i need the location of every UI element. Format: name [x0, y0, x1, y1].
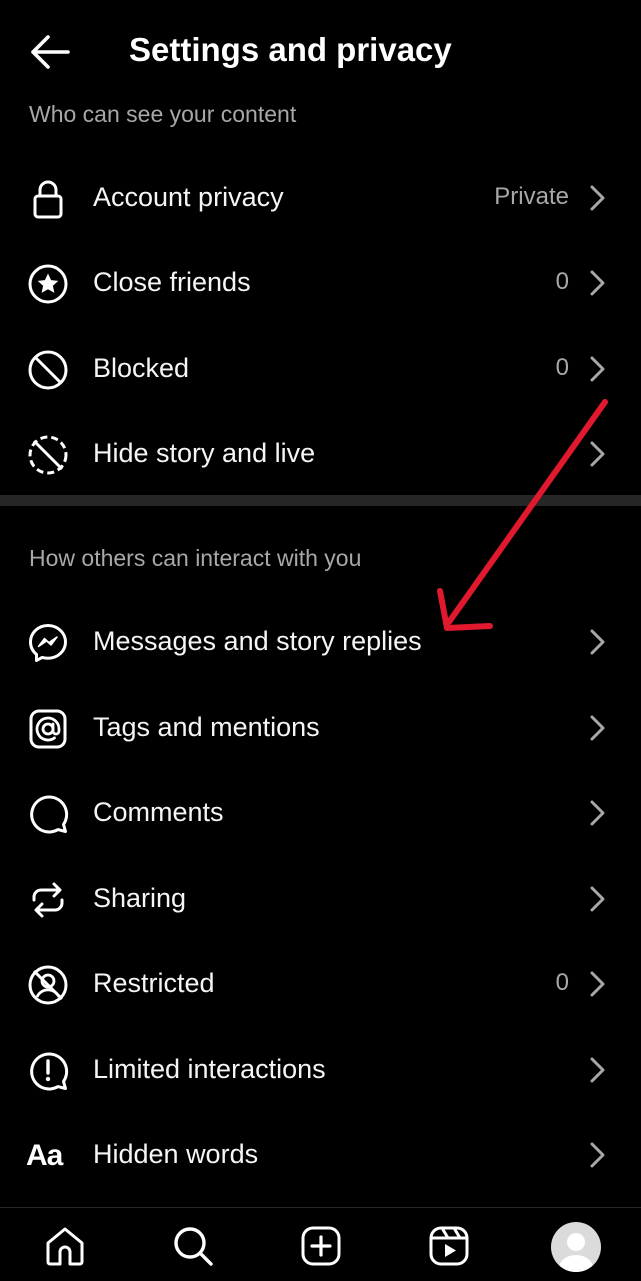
header: Settings and privacy	[0, 0, 641, 100]
chevron-right-icon	[590, 629, 605, 655]
home-icon	[46, 1227, 84, 1266]
settings-item-account-privacy[interactable]: Account privacy Private	[0, 155, 641, 239]
chevron-right-icon	[590, 886, 605, 912]
nav-create-button[interactable]	[299, 1224, 343, 1268]
section-title-interactions: How others can interact with you	[29, 545, 362, 571]
settings-item-label: Hide story and live	[93, 438, 316, 468]
settings-item-comments[interactable]: Comments	[0, 770, 641, 854]
settings-item-label: Account privacy	[93, 182, 284, 212]
nav-home-button[interactable]	[43, 1224, 87, 1268]
profile-avatar-icon	[551, 1222, 601, 1272]
nav-reels-button[interactable]	[427, 1224, 471, 1268]
arrow-left-icon	[31, 35, 70, 69]
settings-item-label: Comments	[93, 797, 224, 827]
settings-item-label: Messages and story replies	[93, 626, 422, 656]
settings-item-value: 0	[555, 969, 569, 996]
chevron-right-icon	[590, 971, 605, 997]
settings-item-close-friends[interactable]: Close friends 0	[0, 240, 641, 324]
chevron-right-icon	[590, 185, 605, 211]
bottom-nav-bar	[0, 1207, 641, 1281]
settings-item-tags-mentions[interactable]: Tags and mentions	[0, 685, 641, 769]
nav-search-button[interactable]	[171, 1224, 215, 1268]
settings-item-label: Sharing	[93, 883, 187, 913]
messenger-icon	[26, 621, 70, 665]
settings-item-blocked[interactable]: Blocked 0	[0, 326, 641, 410]
reels-icon	[429, 1226, 469, 1266]
blocked-icon	[26, 348, 70, 392]
settings-item-value: 0	[555, 268, 569, 295]
settings-item-sharing[interactable]: Sharing	[0, 856, 641, 940]
lock-icon	[26, 177, 70, 221]
settings-item-label: Limited interactions	[93, 1054, 326, 1084]
settings-item-label: Hidden words	[93, 1139, 259, 1169]
chevron-right-icon	[590, 1057, 605, 1083]
create-icon	[301, 1226, 341, 1266]
back-button[interactable]	[26, 28, 74, 76]
settings-item-value: Private	[494, 183, 569, 210]
settings-item-label: Restricted	[93, 968, 215, 998]
settings-item-restricted[interactable]: Restricted 0	[0, 941, 641, 1025]
limited-interactions-icon	[26, 1049, 70, 1093]
settings-item-label: Blocked	[93, 353, 190, 383]
chevron-right-icon	[590, 270, 605, 296]
nav-profile-button[interactable]	[550, 1221, 602, 1273]
star-circle-icon	[26, 262, 70, 306]
settings-item-hidden-words[interactable]: Aa Hidden words	[0, 1112, 641, 1196]
settings-item-label: Tags and mentions	[93, 712, 320, 742]
at-sign-icon	[26, 707, 70, 751]
settings-item-hide-story[interactable]: Hide story and live	[0, 411, 641, 495]
chevron-right-icon	[590, 356, 605, 382]
section-title-visibility: Who can see your content	[29, 101, 297, 127]
hide-story-icon	[26, 433, 70, 477]
settings-item-value: 0	[555, 354, 569, 381]
settings-item-limited-interactions[interactable]: Limited interactions	[0, 1027, 641, 1111]
section-divider	[0, 495, 641, 506]
comment-icon	[26, 792, 70, 836]
sharing-icon	[26, 878, 70, 922]
chevron-right-icon	[590, 800, 605, 826]
settings-item-messages[interactable]: Messages and story replies	[0, 599, 641, 683]
search-icon	[174, 1227, 213, 1266]
chevron-right-icon	[590, 715, 605, 741]
restricted-icon	[26, 963, 70, 1007]
hidden-words-icon: Aa	[26, 1139, 63, 1172]
chevron-right-icon	[590, 1142, 605, 1168]
page-title: Settings and privacy	[129, 31, 452, 68]
settings-item-label: Close friends	[93, 267, 251, 297]
chevron-right-icon	[590, 441, 605, 467]
